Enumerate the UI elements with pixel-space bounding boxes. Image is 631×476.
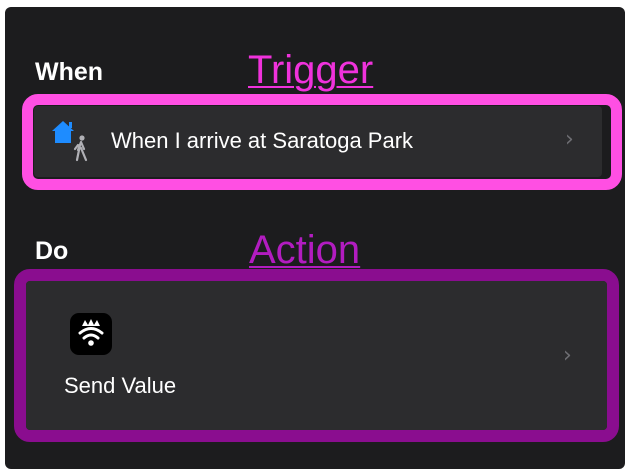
home-arrive-icon: [48, 118, 92, 162]
action-row[interactable]: Send Value ›: [26, 281, 607, 430]
do-section-label: Do: [35, 237, 69, 265]
trigger-text: When I arrive at Saratoga Park: [111, 128, 414, 153]
action-annotation: Action: [249, 228, 361, 272]
chevron-right-icon: ›: [563, 343, 572, 368]
broadcast-app-icon: [70, 313, 112, 355]
action-text: Send Value: [64, 373, 177, 398]
automation-panel: When Trigger When I arrive at Saratoga P…: [5, 7, 625, 469]
when-section-label: When: [35, 58, 104, 86]
trigger-row[interactable]: When I arrive at Saratoga Park ›: [34, 106, 602, 177]
chevron-right-icon: ›: [565, 127, 574, 152]
trigger-annotation: Trigger: [248, 48, 374, 92]
